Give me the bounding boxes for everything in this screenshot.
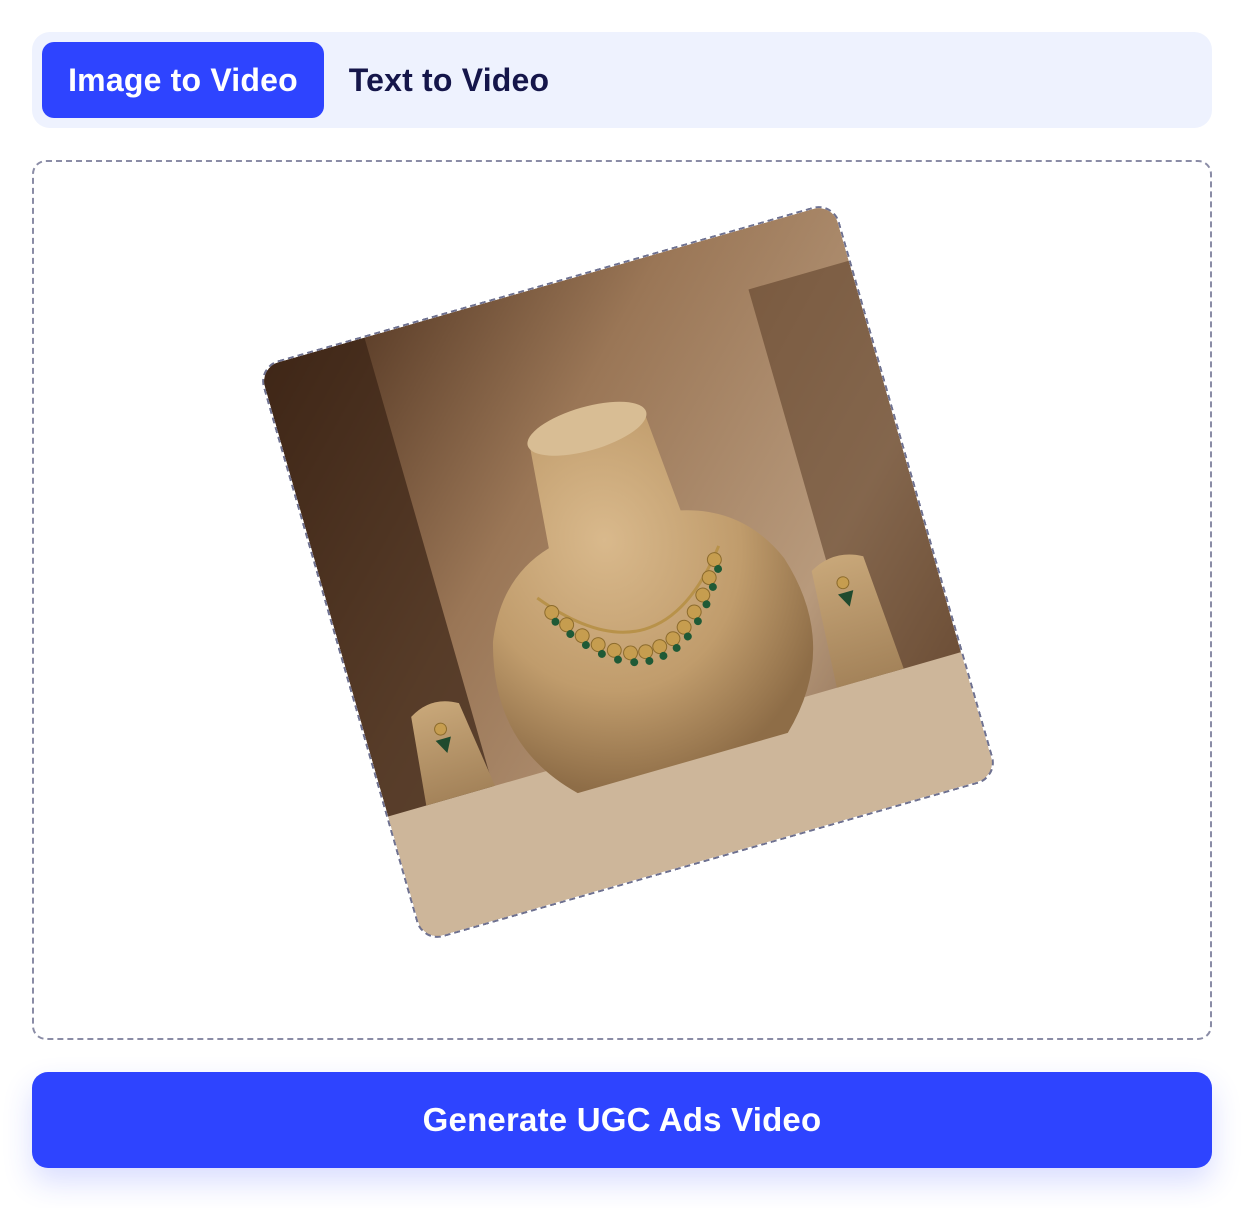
image-upload-dropzone[interactable]	[32, 160, 1212, 1040]
tab-image-to-video[interactable]: Image to Video	[42, 42, 324, 118]
product-photo	[259, 203, 997, 941]
uploaded-image-preview[interactable]	[256, 200, 1000, 944]
generate-ugc-video-button[interactable]: Generate UGC Ads Video	[32, 1072, 1212, 1168]
mode-tab-bar: Image to Video Text to Video	[32, 32, 1212, 128]
tab-text-to-video[interactable]: Text to Video	[338, 42, 560, 118]
